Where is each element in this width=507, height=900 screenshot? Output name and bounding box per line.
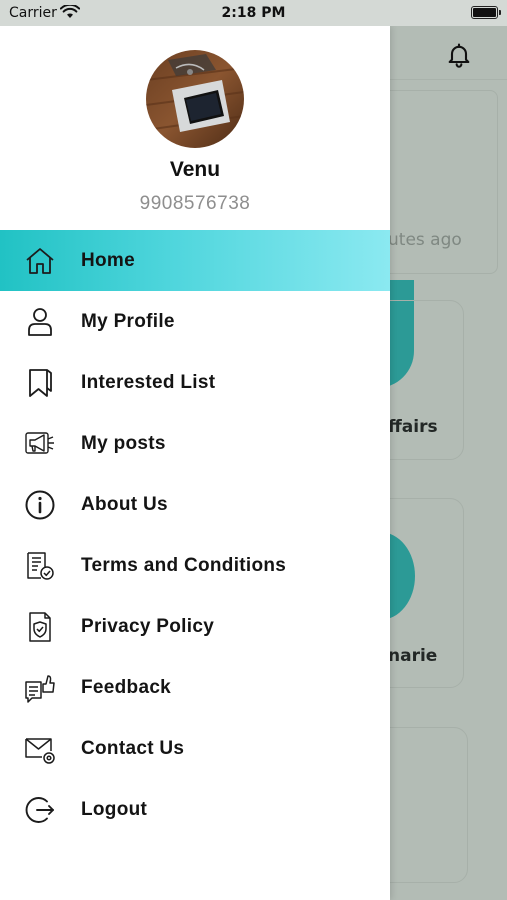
menu-item-label: About Us [81,493,168,515]
megaphone-icon [24,428,56,460]
profile-phone: 9908576738 [139,193,251,214]
status-time: 2:18 PM [221,5,286,21]
menu-item-label: Feedback [81,677,172,699]
document-check-icon [24,550,56,582]
menu-item-interested-list[interactable]: Interested List [0,352,390,413]
menu-item-terms-and-conditions[interactable]: Terms and Conditions [0,535,390,596]
background-category-label: ffairs [388,417,438,437]
logout-icon [24,794,56,826]
home-icon [24,245,56,277]
menu-item-label: Terms and Conditions [81,555,287,577]
info-icon [24,489,56,521]
menu-item-contact-us[interactable]: Contact Us [0,719,390,780]
navigation-drawer: Venu 9908576738 Home My Profile Interest… [0,26,390,900]
menu-item-label: Privacy Policy [81,616,215,638]
menu-item-label: My Profile [81,310,175,332]
feedback-thumbs-up-icon [24,672,56,704]
menu-item-label: Logout [81,799,148,821]
user-icon [24,306,56,338]
menu-item-label: Contact Us [81,738,185,760]
menu-item-my-profile[interactable]: My Profile [0,291,390,352]
shield-document-icon [24,611,56,643]
menu-item-logout[interactable]: Logout [0,780,390,841]
menu-item-privacy-policy[interactable]: Privacy Policy [0,597,390,658]
drawer-menu: Home My Profile Interested List My posts… [0,230,390,841]
bell-icon[interactable] [445,41,473,69]
background-news-time: utes ago [388,230,462,250]
menu-item-label: Interested List [81,371,216,393]
background-category-label: narie [388,646,438,666]
bookmark-icon [24,367,56,399]
mail-icon [24,733,56,765]
status-bar: Carrier 2:18 PM [0,0,507,26]
menu-item-about-us[interactable]: About Us [0,474,390,535]
menu-item-feedback[interactable]: Feedback [0,658,390,719]
avatar-photo [146,50,244,148]
profile-name: Venu [169,158,221,181]
avatar[interactable] [146,50,244,148]
menu-item-home[interactable]: Home [0,230,390,292]
menu-item-label: Home [81,249,135,271]
menu-item-my-posts[interactable]: My posts [0,413,390,474]
battery-icon [471,6,501,19]
menu-item-label: My posts [81,432,166,454]
